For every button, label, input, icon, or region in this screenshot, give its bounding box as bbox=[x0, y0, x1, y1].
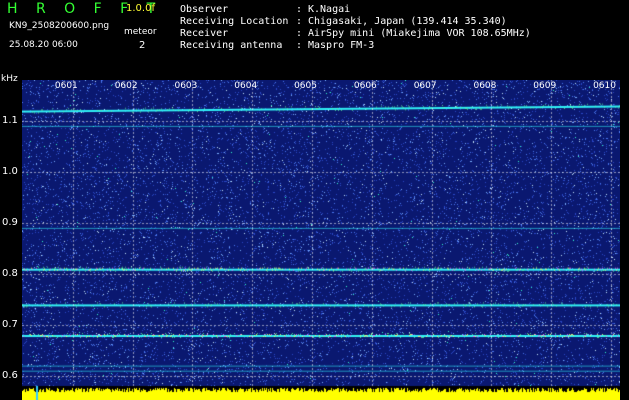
spectrogram-plot bbox=[22, 80, 620, 400]
observation-datetime: 25.08.20 06:00 bbox=[9, 40, 78, 50]
receiver-colon: : bbox=[296, 28, 303, 39]
y-tick-label: 1.0 bbox=[2, 165, 18, 177]
location-value: Chigasaki, Japan (139.414 35.340) bbox=[308, 16, 507, 27]
hroft-spectrogram-window: H R O F F T 1.0.0f KN9_2508200600.png me… bbox=[0, 0, 629, 400]
meteor-count: 2 bbox=[139, 40, 146, 51]
x-tick-label: 0605 bbox=[294, 81, 317, 91]
antenna-label: Receiving antenna bbox=[180, 40, 283, 51]
location-label: Receiving Location bbox=[180, 16, 289, 27]
observer-label: Observer bbox=[180, 4, 229, 15]
app-version: 1.0.0f bbox=[126, 3, 155, 14]
x-tick-label: 0604 bbox=[234, 81, 258, 91]
receiver-value: AirSpy mini (Miakejima VOR 108.65MHz) bbox=[308, 28, 531, 39]
location-colon: : bbox=[296, 16, 303, 27]
y-tick-label: 0.8 bbox=[2, 267, 18, 279]
observer-value: K.Nagai bbox=[308, 4, 351, 15]
x-tick-label: 0603 bbox=[174, 81, 198, 91]
x-tick-label: 0607 bbox=[413, 81, 437, 91]
x-tick-label: 0606 bbox=[353, 81, 377, 91]
y-tick-label: 1.1 bbox=[2, 114, 18, 126]
detection-mode: meteor bbox=[124, 27, 157, 37]
x-tick-label: 0602 bbox=[114, 81, 138, 91]
receiver-label: Receiver bbox=[180, 28, 229, 39]
y-tick-label: 0.6 bbox=[2, 369, 18, 381]
y-tick-label: 0.9 bbox=[2, 216, 18, 228]
antenna-colon: : bbox=[296, 40, 303, 51]
antenna-value: Maspro FM-3 bbox=[308, 40, 375, 51]
x-tick-label: 0601 bbox=[54, 81, 78, 91]
image-filename: KN9_2508200600.png bbox=[9, 21, 110, 31]
observer-colon: : bbox=[296, 4, 303, 15]
y-tick-label: 0.7 bbox=[2, 318, 18, 330]
x-tick-label: 0608 bbox=[473, 81, 497, 91]
x-tick-label: 0610 bbox=[593, 81, 616, 91]
frequency-unit-label: kHz bbox=[1, 74, 18, 84]
x-tick-label: 0609 bbox=[533, 81, 557, 91]
